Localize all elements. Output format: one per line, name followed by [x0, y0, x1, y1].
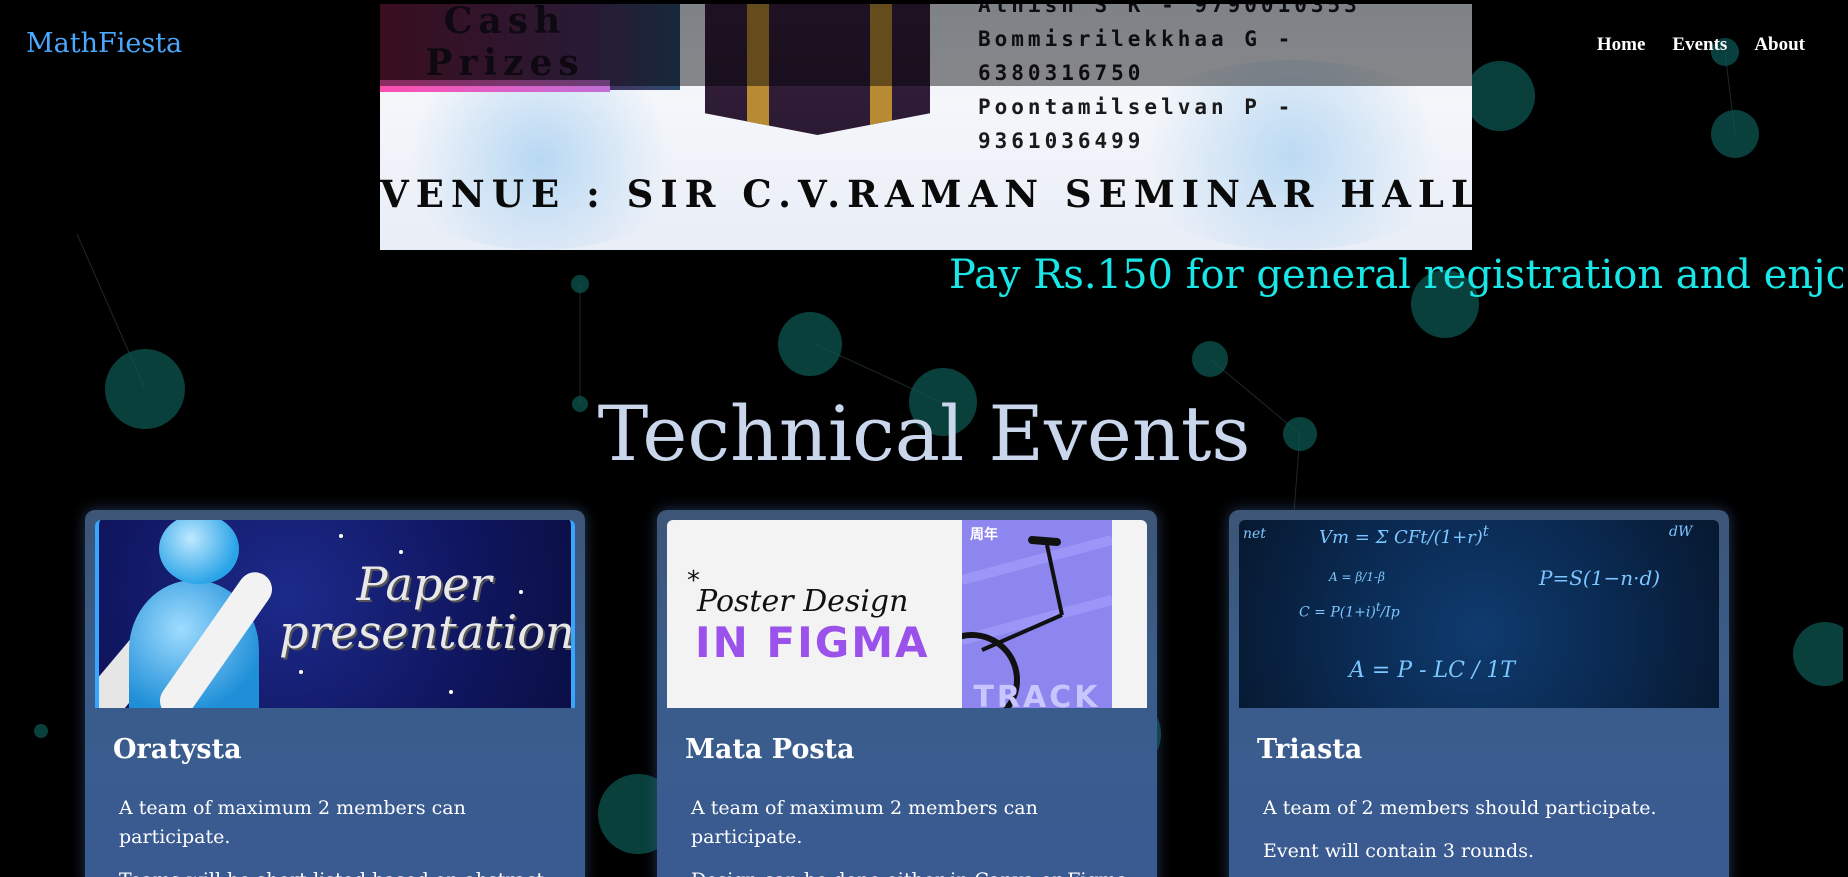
event-description: A team of maximum 2 members can particip… — [119, 794, 559, 877]
section-title: Technical Events — [597, 389, 1251, 478]
event-image-paper-presentation: Paper presentation — [95, 520, 575, 708]
nav-about-link[interactable]: About — [1754, 34, 1805, 56]
event-card-oratysta[interactable]: Paper presentation Oratysta A team of ma… — [85, 510, 585, 877]
event-description: A team of 2 members should participate. … — [1263, 794, 1703, 877]
event-rule: A team of maximum 2 members can particip… — [691, 797, 1038, 848]
page: Cash Prizes Athish S K - 9790010353 Bomm… — [5, 4, 1843, 877]
event-rule: Teams will be short-listed based on abst… — [119, 866, 559, 877]
registration-marquee: Pay Rs.150 for general registration and … — [949, 252, 1843, 298]
image-caption: Paper presentation — [279, 557, 575, 659]
image-caption: Poster Design — [697, 584, 909, 619]
event-rule: A team of maximum 2 members can particip… — [119, 797, 466, 848]
event-image-math-formulas: Vm = Σ CFt/(1+r)t net P=S(1−n·d) C = P(1… — [1239, 520, 1719, 708]
event-rule: Event will contain 3 rounds. — [1263, 840, 1535, 862]
event-card-triasta[interactable]: Vm = Σ CFt/(1+r)t net P=S(1−n·d) C = P(1… — [1229, 510, 1729, 877]
event-card-mata-posta[interactable]: * Poster Design IN FIGMA 周年 TRACK Mata P… — [657, 510, 1157, 877]
poster-label: 周年 — [970, 527, 998, 543]
nav-events-link[interactable]: Events — [1672, 34, 1727, 56]
event-title: Mata Posta — [685, 734, 855, 765]
poster-track-text: TRACK — [973, 680, 1101, 708]
bicycle-poster: 周年 TRACK — [962, 520, 1112, 708]
site-logo[interactable]: MathFiesta — [26, 28, 182, 59]
image-caption: IN FIGMA — [695, 618, 930, 667]
nav-home-link[interactable]: Home — [1597, 34, 1646, 56]
navbar: MathFiesta Home Events About — [5, 4, 1843, 82]
contact-item: Poontamilselvan P - 9361036499 — [978, 95, 1295, 153]
event-rule: Design can be done either in Canva or Fi… — [691, 866, 1131, 877]
nav-links: Home Events About — [1597, 34, 1805, 56]
event-rule: A team of 2 members should participate. — [1263, 797, 1657, 819]
event-title: Oratysta — [113, 734, 242, 765]
venue-text: VENUE : SIR C.V.RAMAN SEMINAR HALL(S&H) — [380, 172, 1472, 216]
event-image-poster-design: * Poster Design IN FIGMA 周年 TRACK — [667, 520, 1147, 708]
event-description: A team of maximum 2 members can particip… — [691, 794, 1131, 877]
event-title: Triasta — [1257, 734, 1363, 765]
